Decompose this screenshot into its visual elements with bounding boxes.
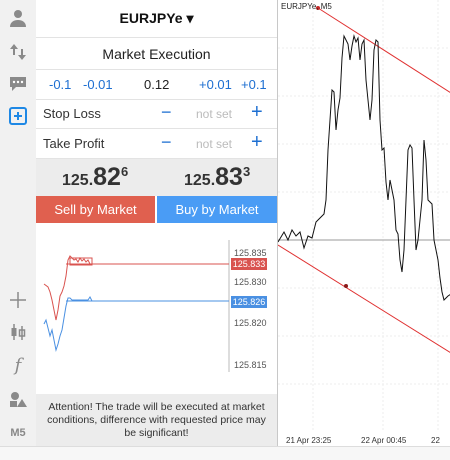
volume-plus-large-button[interactable]: +0.1 [241, 77, 267, 92]
left-toolbar: f M5 [0, 0, 37, 459]
account-icon[interactable] [6, 6, 30, 30]
tick-label: 125.830 [234, 277, 267, 287]
volume-minus-large-button[interactable]: -0.1 [49, 77, 71, 92]
ask-price: 125.833 [184, 163, 250, 192]
volume-value[interactable]: 0.12 [144, 77, 169, 92]
new-order-icon[interactable] [6, 104, 30, 128]
take-profit-plus-button[interactable]: + [251, 131, 263, 154]
tick-label: 125.835 [234, 248, 267, 258]
tick-label: 125.815 [234, 360, 267, 370]
stop-loss-label: Stop Loss [43, 106, 101, 121]
bid-price-point: 6 [120, 163, 129, 179]
ask-price-pips: 83 [215, 163, 243, 191]
bid-price: 125.826 [62, 163, 128, 192]
chat-icon[interactable] [6, 71, 30, 95]
stop-loss-row: Stop Loss − not set + [36, 99, 277, 129]
execution-warning: Attention! The trade will be executed at… [36, 394, 277, 446]
stop-loss-input[interactable]: not set [184, 107, 244, 121]
execution-type[interactable]: Market Execution [36, 37, 277, 70]
order-panel: EURJPYe ▾ Market Execution -0.1 -0.01 0.… [36, 0, 277, 459]
buy-by-market-button[interactable]: Buy by Market [157, 196, 277, 223]
bottom-toolbar [0, 446, 450, 460]
time-label: 22 Apr 00:45 [361, 436, 407, 445]
take-profit-input[interactable]: not set [184, 137, 244, 151]
ask-price-tag: 125.826 [231, 296, 267, 308]
stop-loss-plus-button[interactable]: + [251, 101, 263, 124]
crosshair-icon[interactable] [6, 288, 30, 312]
price-chart[interactable]: EURJPYe, M5 21 Apr 23:25 22 Apr 00:45 22… [277, 0, 450, 459]
price-panel: 125.826 125.833 [36, 159, 277, 196]
volume-plus-small-button[interactable]: +0.01 [199, 77, 232, 92]
candlestick-icon[interactable] [6, 320, 30, 344]
bid-price-tag: 125.833 [231, 258, 267, 270]
bid-price-prefix: 125. [62, 172, 94, 189]
take-profit-row: Take Profit − not set + [36, 129, 277, 159]
tick-label: 125.820 [234, 318, 267, 328]
sell-by-market-button[interactable]: Sell by Market [36, 196, 155, 223]
ask-price-prefix: 125. [184, 172, 216, 189]
take-profit-label: Take Profit [43, 136, 105, 151]
trade-arrows-icon[interactable] [6, 40, 30, 64]
objects-icon[interactable] [6, 387, 30, 411]
volume-row: -0.1 -0.01 0.12 +0.01 +0.1 [36, 69, 277, 100]
symbol-selector[interactable]: EURJPYe ▾ [36, 0, 277, 37]
volume-minus-small-button[interactable]: -0.01 [83, 77, 113, 92]
indicators-icon[interactable]: f [6, 353, 30, 377]
take-profit-minus-button[interactable]: − [161, 132, 172, 153]
time-label: 21 Apr 23:25 [286, 436, 332, 445]
tick-chart: 125.835 125.830 125.820 125.815 125.833 … [36, 240, 277, 380]
timeframe-button[interactable]: M5 [0, 427, 36, 439]
chart-title: EURJPYe, M5 [281, 2, 332, 11]
stop-loss-minus-button[interactable]: − [161, 102, 172, 123]
bid-price-pips: 82 [93, 163, 121, 191]
ask-price-point: 3 [242, 163, 251, 179]
price-chart-plot [278, 0, 450, 430]
